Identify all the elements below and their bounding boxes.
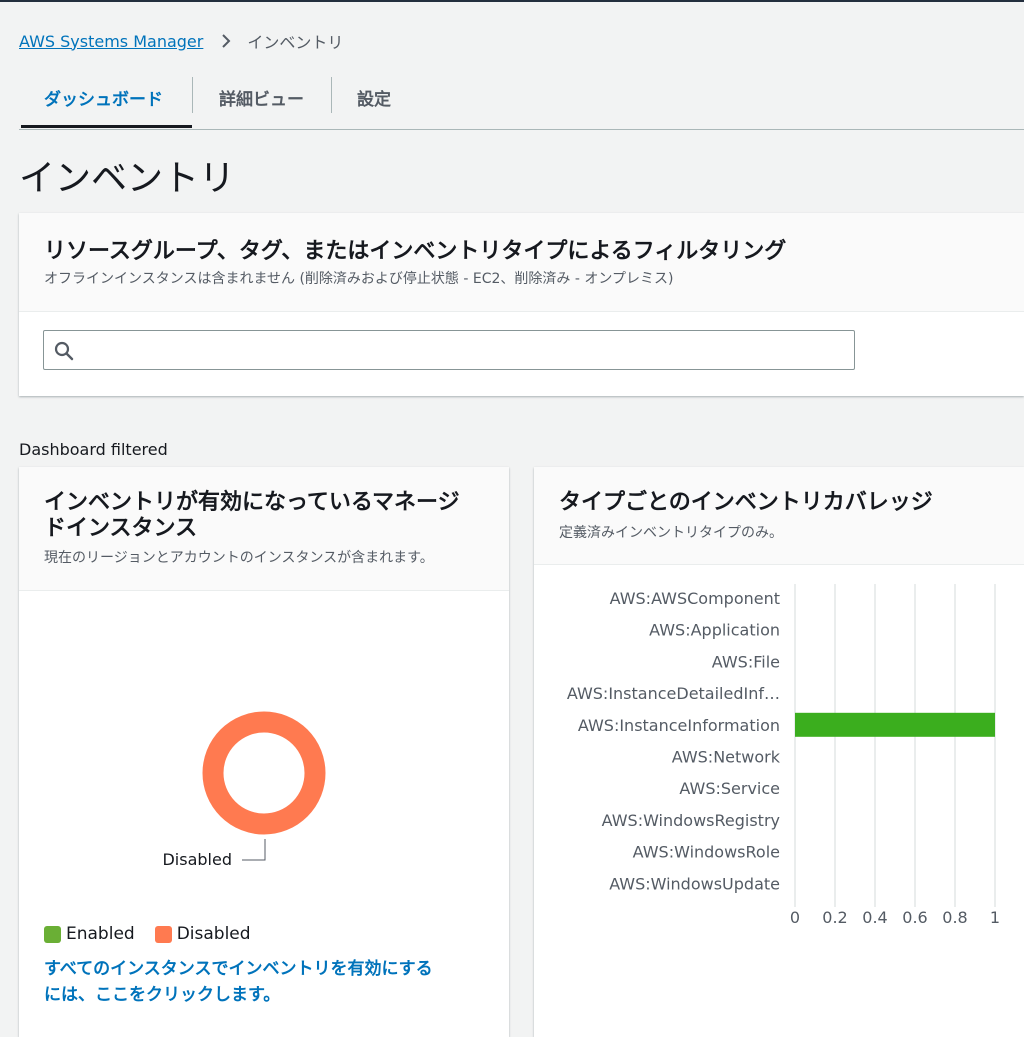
donut-legend: Enabled Disabled (44, 924, 271, 944)
legend-item-enabled[interactable]: Enabled (44, 924, 135, 944)
x-tick-label: 0.6 (902, 908, 927, 927)
tab-divider (331, 77, 332, 113)
y-category-label: AWS:Network (672, 748, 781, 767)
legend-swatch-enabled (44, 925, 61, 943)
coverage-bar-chart: AWS:AWSComponent AWS:Application AWS:File A… (567, 584, 1000, 927)
tab-detail-view[interactable]: 詳細ビュー (219, 67, 304, 127)
donut-label-leader (242, 839, 266, 861)
managed-instances-card: インベントリが有効になっているマネージ ドインスタンス 現在のリージョンとアカウ… (19, 467, 509, 1037)
breadcrumb: AWS Systems Manager インベントリ (19, 29, 343, 53)
filter-title: リソースグループ、タグ、またはインベントリタイプによるフィルタリング (44, 239, 787, 264)
y-category-label: AWS:Service (679, 779, 780, 798)
page-title: インベントリ (19, 158, 236, 199)
filter-panel: リソースグループ、タグ、またはインベントリタイプによるフィルタリング オフライン… (19, 213, 1024, 396)
breadcrumb-current: インベントリ (247, 33, 344, 52)
y-category-label: AWS:InstanceDetailedInf… (567, 684, 780, 703)
filter-subtitle: オフラインインスタンスは含まれません (削除済みおよび停止状態 - EC2、削除… (44, 271, 674, 287)
chevron-right-icon (222, 34, 231, 48)
active-tab-indicator (21, 125, 192, 128)
x-tick-label: 0.8 (942, 908, 967, 927)
x-tick-label: 0 (790, 908, 800, 927)
filter-search-input[interactable] (43, 330, 855, 370)
y-category-label: AWS:Application (649, 621, 780, 640)
bar-awsinstanceinformation[interactable] (795, 712, 995, 737)
enable-inventory-link[interactable]: すべてのインスタンスでインベントリを有効にする には、ここをクリックします。 (44, 956, 494, 1008)
legend-item-disabled[interactable]: Disabled (154, 924, 251, 944)
search-icon (54, 341, 74, 361)
tab-divider (192, 77, 193, 113)
filter-panel-header: リソースグループ、タグ、またはインベントリタイプによるフィルタリング オフライン… (19, 213, 1024, 312)
x-tick-label: 0.2 (822, 908, 847, 927)
y-category-label: AWS:WindowsRole (633, 843, 780, 862)
enable-inventory-link-line2: には、ここをクリックします。 (44, 985, 281, 1005)
enable-inventory-link-line1: すべてのインスタンスでインベントリを有効にする (44, 959, 433, 979)
inventory-donut-chart: Disabled (162, 711, 326, 869)
tab-settings[interactable]: 設定 (357, 67, 391, 127)
coverage-card: タイプごとのインベントリカバレッジ 定義済みインベントリタイプのみ。 AWS:A… (534, 467, 1024, 1037)
y-category-label: AWS:WindowsUpdate (609, 874, 780, 893)
breadcrumb-root-link[interactable]: AWS Systems Manager (19, 32, 203, 51)
donut-slice-disabled[interactable] (202, 711, 326, 835)
x-tick-label: 0.4 (862, 908, 887, 927)
tab-bar: ダッシュボード 詳細ビュー 設定 (19, 67, 1024, 130)
legend-label-enabled: Enabled (66, 924, 135, 944)
y-category-label: AWS:AWSComponent (610, 589, 780, 608)
donut-label: Disabled (162, 850, 232, 869)
tab-dashboard[interactable]: ダッシュボード (44, 67, 163, 127)
y-category-label: AWS:WindowsRegistry (602, 811, 780, 830)
legend-label-disabled: Disabled (176, 924, 251, 944)
y-category-label: AWS:File (712, 652, 780, 671)
legend-swatch-disabled (154, 925, 172, 943)
dashboard-filtered-label: Dashboard filtered (19, 440, 168, 459)
top-border (0, 0, 1024, 2)
y-category-label: AWS:InstanceInformation (578, 716, 780, 735)
x-tick-label: 1 (990, 908, 1000, 927)
